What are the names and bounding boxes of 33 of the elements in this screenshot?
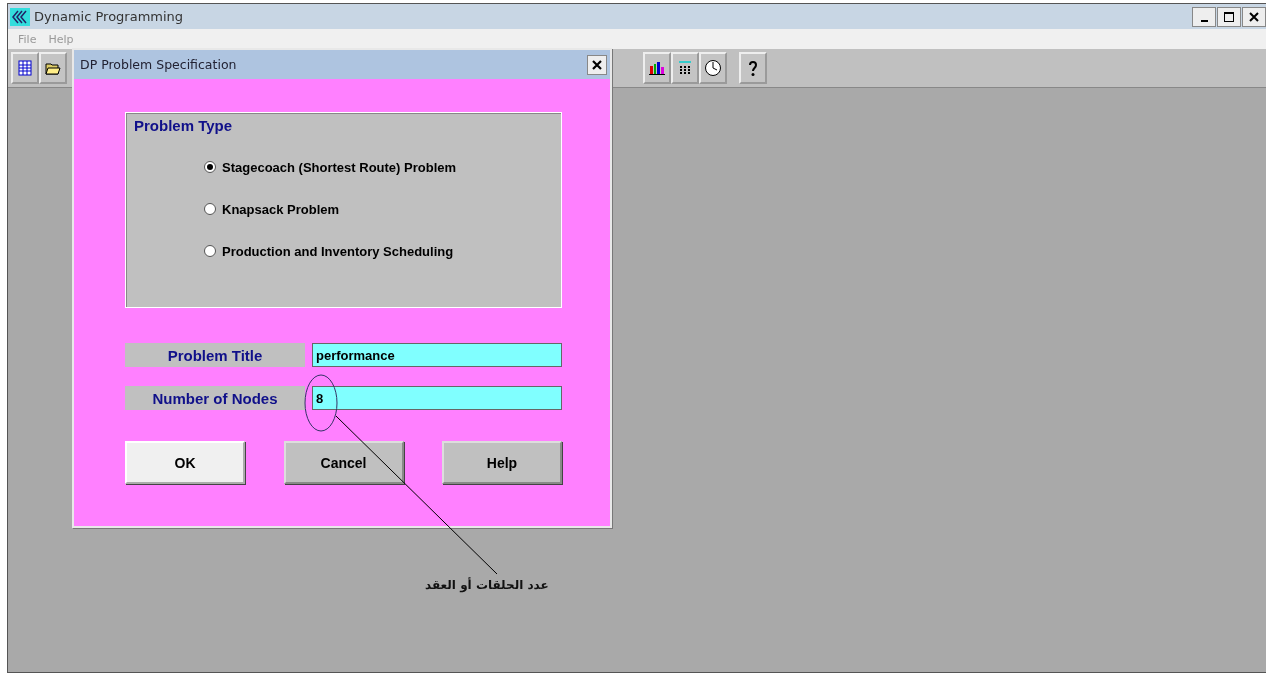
radio-button[interactable] <box>204 161 216 173</box>
dialog-button[interactable]: Help <box>442 441 562 484</box>
calculator-icon[interactable] <box>671 52 699 84</box>
minimize-icon <box>1200 19 1208 22</box>
help-icon[interactable] <box>739 52 767 84</box>
clock-icon[interactable] <box>699 52 727 84</box>
maximize-icon <box>1223 10 1235 23</box>
close-icon <box>1248 10 1260 23</box>
annotation-text: عدد الحلقات أو العقد <box>425 578 549 592</box>
field-label: Number of Nodes <box>125 386 305 410</box>
app-icon <box>10 7 30 26</box>
group-legend: Problem Type <box>134 117 233 134</box>
radio-button[interactable] <box>204 245 216 257</box>
close-button[interactable] <box>1242 6 1266 27</box>
maximize-button[interactable] <box>1217 6 1241 27</box>
bar-chart-icon[interactable] <box>643 52 671 84</box>
highlight-ellipse <box>304 374 338 432</box>
radio-label: Knapsack Problem <box>222 201 340 217</box>
radio-label: Production and Inventory Scheduling <box>222 243 454 259</box>
close-icon <box>591 58 603 71</box>
dialog-button[interactable]: OK <box>125 441 245 484</box>
input-field[interactable]: performance <box>312 343 562 367</box>
dialog-button[interactable]: Cancel <box>283 441 404 484</box>
window-title: Dynamic Programming <box>34 9 184 24</box>
field-label: Problem Title <box>125 343 305 367</box>
dialog-title: DP Problem Specification <box>80 57 237 72</box>
input-field[interactable]: 8 <box>312 386 562 410</box>
close-button[interactable] <box>587 54 607 75</box>
radio-button[interactable] <box>204 203 216 215</box>
radio-label: Stagecoach (Shortest Route) Problem <box>222 159 457 175</box>
minimize-button[interactable] <box>1192 6 1216 27</box>
folder-icon[interactable] <box>39 52 67 84</box>
grid-icon[interactable] <box>11 52 39 84</box>
